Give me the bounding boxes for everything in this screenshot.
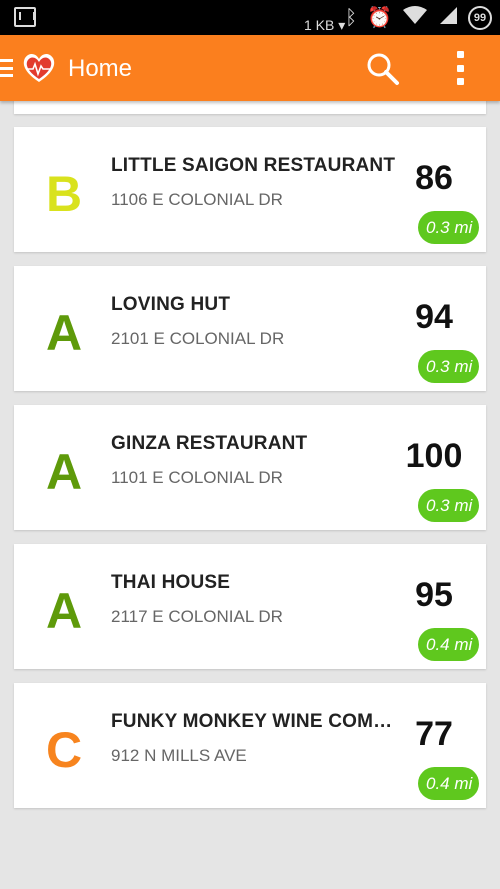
restaurant-address: 2117 E COLONIAL DR <box>111 607 283 626</box>
grade-label: B <box>45 166 83 222</box>
distance-pill: 0.3 mi <box>418 350 479 383</box>
list-item[interactable]: A THAI HOUSE 2117 E COLONIAL DR 95 0.4 m… <box>14 544 486 669</box>
grade-label: A <box>45 444 83 500</box>
signal-icon <box>438 5 458 31</box>
gmail-notification-icon <box>14 7 36 27</box>
inspection-score: 95 <box>415 576 453 614</box>
alarm-icon: ⏰ <box>367 7 392 29</box>
inspection-score: 77 <box>415 715 453 753</box>
heart-logo-icon <box>23 53 55 82</box>
grade-label: A <box>45 305 83 361</box>
wifi-icon <box>402 5 428 31</box>
restaurant-name: THAI HOUSE <box>111 572 231 593</box>
list-item[interactable]: A GINZA RESTAURANT 1101 E COLONIAL DR 10… <box>14 405 486 530</box>
list-item[interactable]: C FUNKY MONKEY WINE COMPANY 912 N MILLS … <box>14 683 486 808</box>
distance-pill: 0.3 mi <box>418 211 479 244</box>
menu-icon[interactable] <box>0 59 13 77</box>
restaurant-name: FUNKY MONKEY WINE COMPANY <box>111 711 396 732</box>
restaurant-address: 2101 E COLONIAL DR <box>111 329 285 348</box>
restaurant-address: 1101 E COLONIAL DR <box>111 468 283 487</box>
inspection-score: 94 <box>415 298 453 336</box>
restaurant-address: 912 N MILLS AVE <box>111 746 247 765</box>
distance-pill: 0.3 mi <box>418 489 479 522</box>
data-rate: 1 KB ▾ <box>304 17 346 33</box>
grade-label: A <box>45 583 83 639</box>
status-bar: 1 KB ▾ ᛒ ⏰ 99 <box>0 0 500 35</box>
restaurant-address: 1106 E COLONIAL DR <box>111 190 283 209</box>
overflow-menu-icon[interactable] <box>452 51 468 85</box>
bluetooth-icon: ᛒ <box>345 7 358 29</box>
battery-icon: 99 <box>468 6 492 30</box>
distance-pill: 0.4 mi <box>418 628 479 661</box>
page-title: Home <box>68 55 133 82</box>
inspection-score: 86 <box>415 159 453 197</box>
app-bar: Home <box>0 35 500 101</box>
inspection-score: 100 <box>405 437 463 475</box>
restaurant-name: LOVING HUT <box>111 294 231 315</box>
search-icon[interactable] <box>366 52 400 86</box>
grade-label: C <box>45 722 83 778</box>
distance-pill: 0.4 mi <box>418 767 479 800</box>
list-item[interactable]: A LOVING HUT 2101 E COLONIAL DR 94 0.3 m… <box>14 266 486 391</box>
list-item[interactable]: B LITTLE SAIGON RESTAURANT 1106 E COLONI… <box>14 127 486 252</box>
restaurant-name: GINZA RESTAURANT <box>111 433 308 454</box>
restaurant-name: LITTLE SAIGON RESTAURANT <box>111 155 396 176</box>
